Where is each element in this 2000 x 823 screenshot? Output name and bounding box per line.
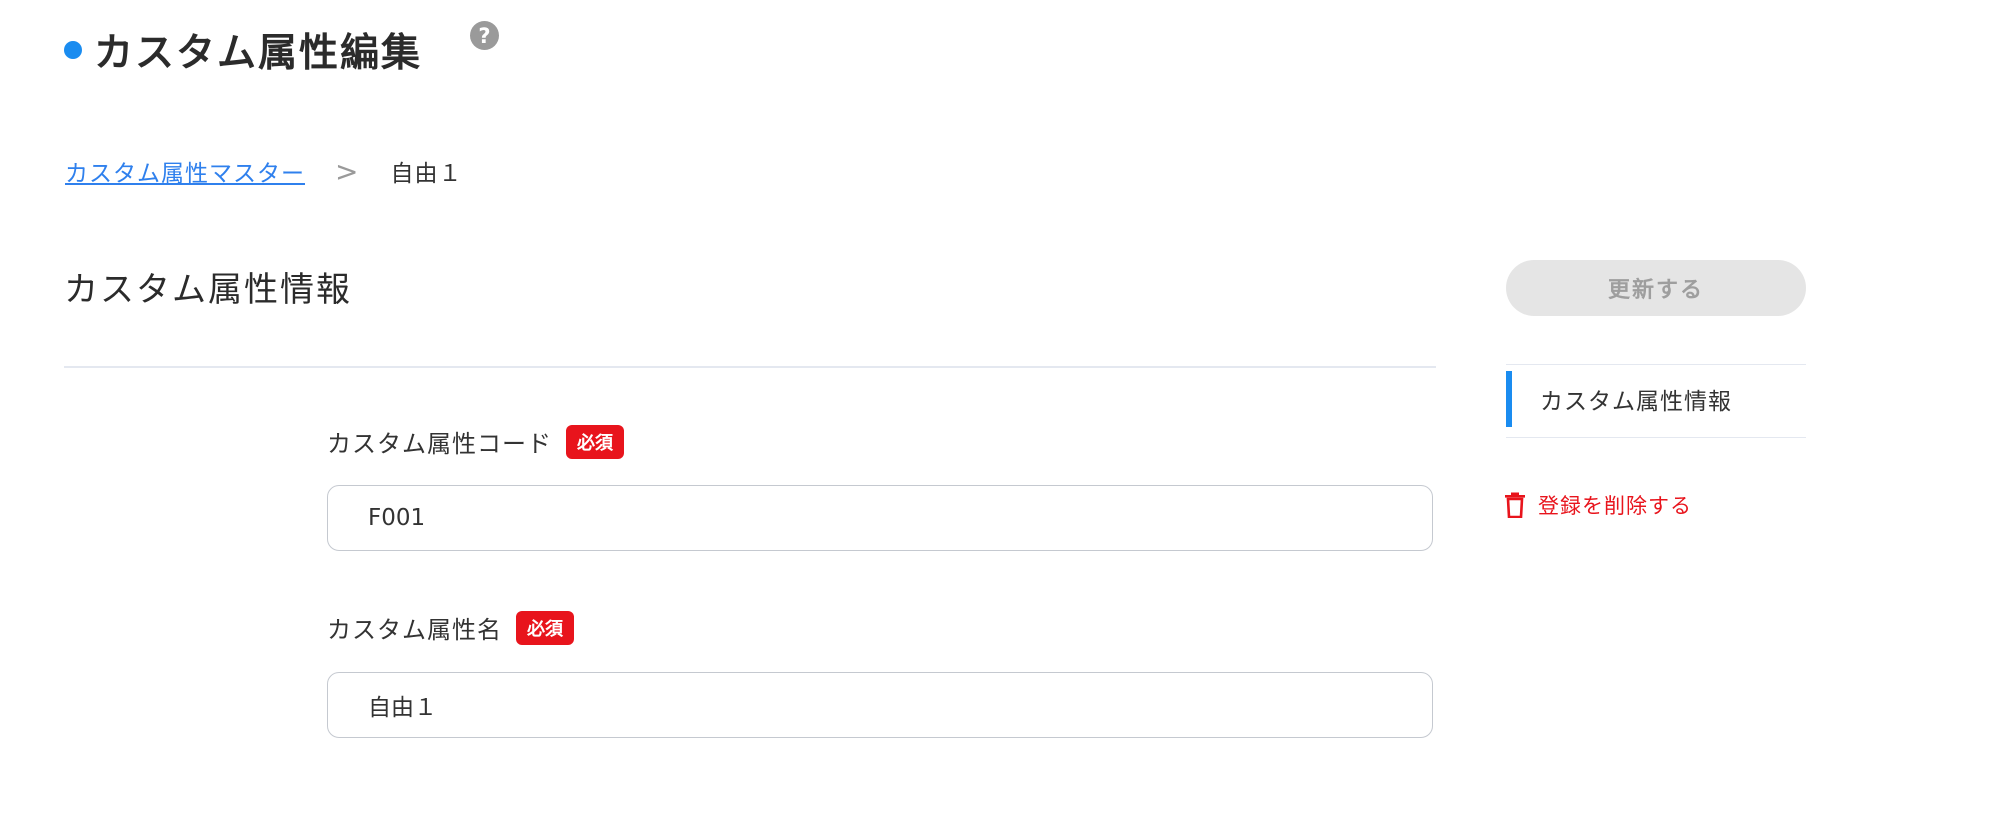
side-nav-item-custom-attribute-info[interactable]: カスタム属性情報 <box>1506 371 1806 427</box>
side-nav: カスタム属性情報 <box>1506 364 1806 438</box>
delete-registration-link[interactable]: 登録を削除する <box>1504 490 1692 520</box>
name-field-label-row: カスタム属性名 必須 <box>327 610 574 645</box>
update-button[interactable]: 更新する <box>1506 260 1806 316</box>
code-field-label: カスタム属性コード <box>327 430 552 458</box>
side-nav-label: カスタム属性情報 <box>1540 389 1732 415</box>
required-badge: 必須 <box>516 610 574 645</box>
section-divider <box>64 366 1436 368</box>
title-bullet-icon <box>64 41 82 59</box>
page-header: カスタム属性編集 <box>64 18 422 82</box>
delete-label: 登録を削除する <box>1538 494 1692 518</box>
side-nav-active-indicator <box>1506 371 1512 427</box>
code-field-label-row: カスタム属性コード 必須 <box>327 424 624 459</box>
breadcrumb-link-custom-attribute-master[interactable]: カスタム属性マスター <box>65 154 305 188</box>
custom-attribute-name-input[interactable] <box>327 672 1433 738</box>
page-title: カスタム属性編集 <box>94 31 423 76</box>
custom-attribute-code-input[interactable] <box>327 485 1433 551</box>
breadcrumb-current: 自由１ <box>390 161 463 187</box>
breadcrumb: カスタム属性マスター > 自由１ <box>65 154 462 188</box>
trash-icon <box>1505 492 1525 518</box>
breadcrumb-separator: > <box>335 154 359 188</box>
name-field-label: カスタム属性名 <box>327 616 502 644</box>
custom-attribute-edit-page: カスタム属性編集 ? カスタム属性マスター > 自由１ カスタム属性情報 カスタ… <box>0 0 2000 823</box>
section-title: カスタム属性情報 <box>64 270 352 310</box>
required-badge: 必須 <box>566 424 624 459</box>
question-circle-icon[interactable]: ? <box>470 21 499 50</box>
